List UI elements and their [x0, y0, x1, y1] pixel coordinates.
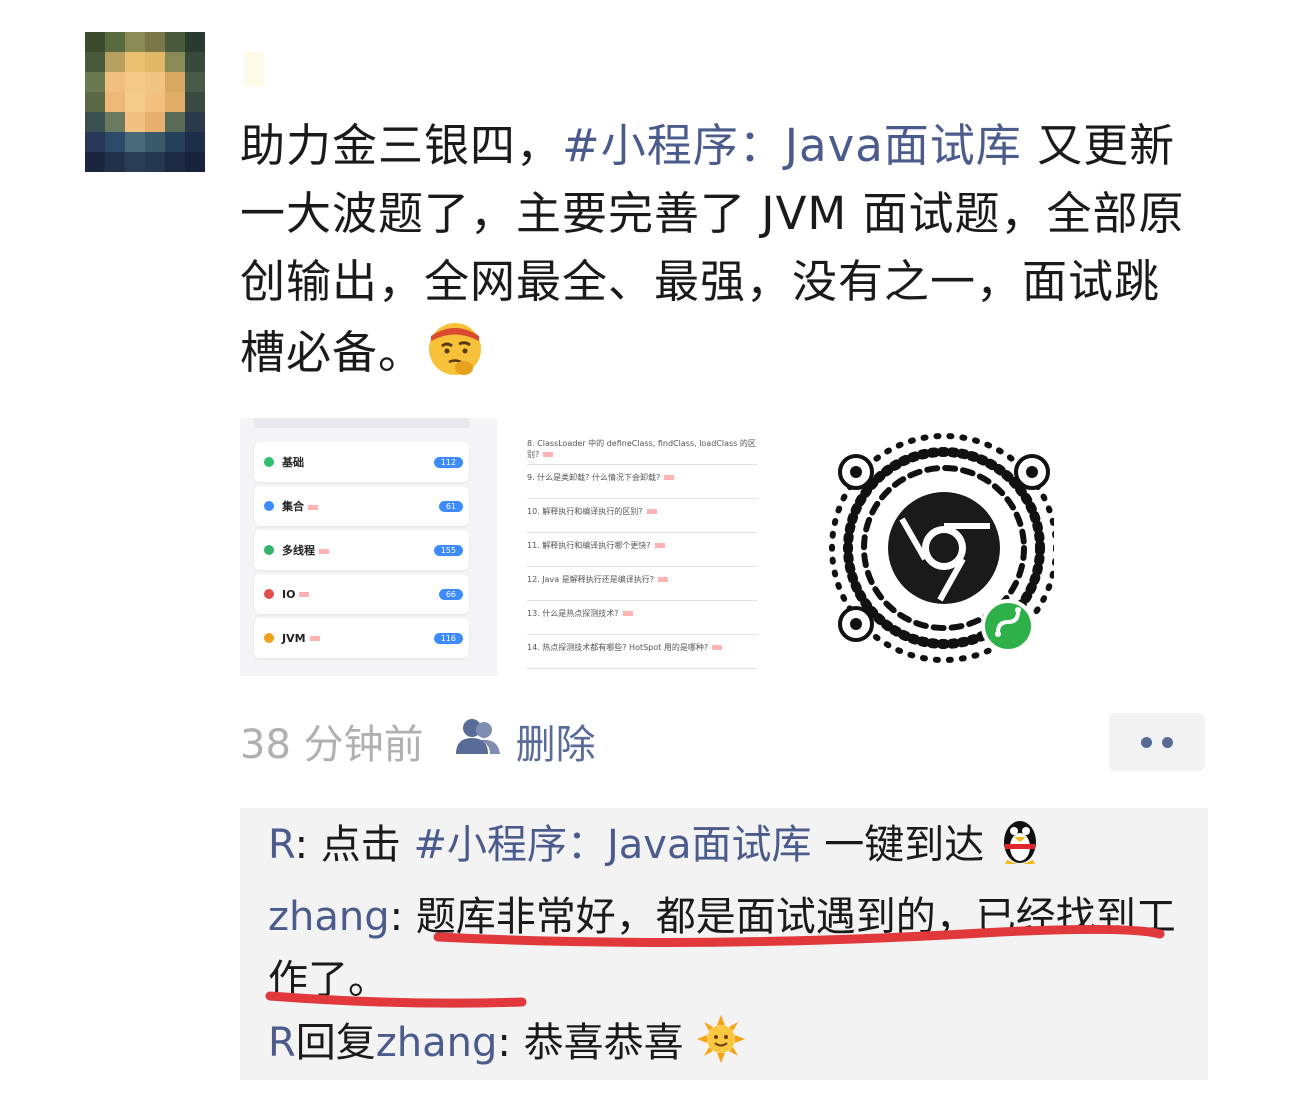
new-badge: [712, 645, 723, 650]
category-count-badge: 112: [433, 456, 463, 468]
comment-text: 恭喜恭喜: [523, 1020, 684, 1066]
comments-section: R: 点击 #小程序：Java面试库 一键到达 zhang: 题库非常好，都是面…: [240, 808, 1208, 1080]
question-text: 12. Java 是解释执行还是编译执行?: [527, 575, 654, 584]
category-row[interactable]: 多线程 155: [254, 530, 469, 570]
divider: [527, 532, 758, 533]
more-actions-button[interactable]: [1109, 713, 1205, 771]
image-thumbnail-categories[interactable]: 基础 112 集合 61 多线程 155 IO 66 JVM 116: [240, 418, 497, 676]
category-row[interactable]: JVM 116: [254, 618, 469, 658]
divider: [527, 668, 758, 669]
new-badge: [622, 611, 633, 616]
category-icon: [264, 633, 274, 643]
new-badge: [309, 636, 320, 641]
question-text: 13. 什么是热点探测技术?: [527, 609, 619, 618]
category-label: 多线程: [282, 542, 434, 558]
comment-2[interactable]: zhang: 题库非常好，都是面试遇到的，已经找到工作了。: [268, 886, 1178, 1012]
new-badge: [319, 548, 329, 554]
new-badge: [299, 592, 310, 597]
comment-text: 点击: [320, 822, 414, 868]
new-badge: [308, 504, 318, 510]
question-item[interactable]: 14. 热点探测技术都有哪些? HotSpot 用的是哪种?: [527, 642, 758, 653]
category-label: 基础: [282, 456, 304, 469]
avatar[interactable]: [85, 32, 205, 172]
image-thumbnail-qrcode[interactable]: [794, 418, 1054, 676]
comment-user[interactable]: zhang: [268, 894, 390, 940]
divider: [527, 600, 758, 601]
question-item[interactable]: 8. ClassLoader 中的 defineClass, findClass…: [527, 438, 758, 460]
post-image-grid: 基础 112 集合 61 多线程 155 IO 66 JVM 116 8. ClassLoader…: [240, 418, 1054, 676]
sun-face-emoji-icon: [696, 1014, 746, 1083]
category-count-badge: 155: [433, 544, 463, 556]
qr-code-graphic: [829, 433, 1054, 663]
comment-suffix: 一键到达: [811, 822, 985, 868]
colon: :: [497, 1020, 524, 1066]
divider: [527, 498, 758, 499]
question-item[interactable]: 12. Java 是解释执行还是编译执行?: [527, 574, 758, 585]
comment-1[interactable]: R: 点击 #小程序：Java面试库 一键到达: [268, 814, 1178, 885]
question-text: 11. 解释执行和编译执行哪个更快?: [527, 541, 651, 550]
mini-program-tag-link[interactable]: #小程序：Java面试库: [562, 119, 1022, 172]
reply-word: 回复: [295, 1020, 376, 1066]
colon: :: [389, 894, 416, 940]
new-badge: [664, 475, 675, 480]
post-text: 助力金三银四，#小程序：Java面试库 又更新一大波题了，主要完善了 JVM 面…: [240, 112, 1190, 397]
question-text: 8. ClassLoader 中的 defineClass, findClass…: [527, 439, 756, 459]
comment-user[interactable]: R: [268, 822, 295, 868]
question-item[interactable]: 10. 解释执行和编译执行的区别?: [527, 506, 758, 517]
new-badge: [543, 452, 554, 457]
question-item[interactable]: 13. 什么是热点探测技术?: [527, 608, 758, 619]
category-icon: [264, 457, 274, 467]
chrome-icon: [888, 492, 1000, 604]
image-thumbnail-questions[interactable]: 8. ClassLoader 中的 defineClass, findClass…: [517, 418, 774, 676]
divider: [527, 464, 758, 465]
dot-icon: [1141, 736, 1152, 748]
post-meta-row: 38 分钟前 删除: [240, 712, 596, 770]
category-row[interactable]: 集合 61: [254, 486, 469, 526]
post-text-part-1: 助力金三银四，: [240, 119, 563, 172]
question-text: 14. 热点探测技术都有哪些? HotSpot 用的是哪种?: [527, 643, 709, 652]
category-count-badge: 116: [433, 632, 463, 644]
question-text: 10. 解释执行和编译执行的区别?: [527, 507, 643, 516]
category-row[interactable]: 基础 112: [254, 442, 469, 482]
divider: [527, 634, 758, 635]
username-redacted: [244, 52, 264, 86]
category-label: 集合: [282, 498, 439, 514]
dot-icon: [1162, 736, 1173, 748]
new-badge: [646, 509, 657, 514]
new-badge: [654, 543, 665, 548]
question-text: 9. 什么是类卸载? 什么情况下会卸载?: [527, 473, 661, 482]
qq-penguin-emoji-icon: [997, 816, 1043, 885]
question-item[interactable]: 11. 解释执行和编译执行哪个更快?: [527, 540, 758, 551]
comment-user[interactable]: R: [268, 1020, 296, 1066]
post-time: 38 分钟前: [240, 722, 424, 768]
category-icon: [264, 501, 274, 511]
category-count-badge: 61: [438, 500, 463, 512]
category-label: IO: [282, 588, 439, 601]
category-label: JVM: [282, 632, 434, 645]
category-icon: [264, 589, 274, 599]
comment-3[interactable]: R回复zhang: 恭喜恭喜: [268, 1012, 1178, 1083]
mini-program-tag-link[interactable]: #小程序：Java面试库: [413, 822, 811, 868]
category-icon: [264, 545, 274, 555]
new-badge: [657, 577, 668, 582]
category-row[interactable]: IO 66: [254, 574, 469, 614]
thumbnail-top-bar: [254, 418, 469, 428]
thinking-face-emoji-icon: [424, 316, 486, 397]
question-item[interactable]: 9. 什么是类卸载? 什么情况下会卸载?: [527, 472, 758, 483]
divider: [527, 566, 758, 567]
delete-button[interactable]: 删除: [516, 712, 596, 770]
mini-program-icon: [981, 599, 1035, 653]
colon: :: [294, 822, 321, 868]
category-count-badge: 66: [438, 588, 463, 600]
reply-to-user[interactable]: zhang: [376, 1020, 498, 1066]
visibility-users-icon[interactable]: [454, 716, 502, 766]
